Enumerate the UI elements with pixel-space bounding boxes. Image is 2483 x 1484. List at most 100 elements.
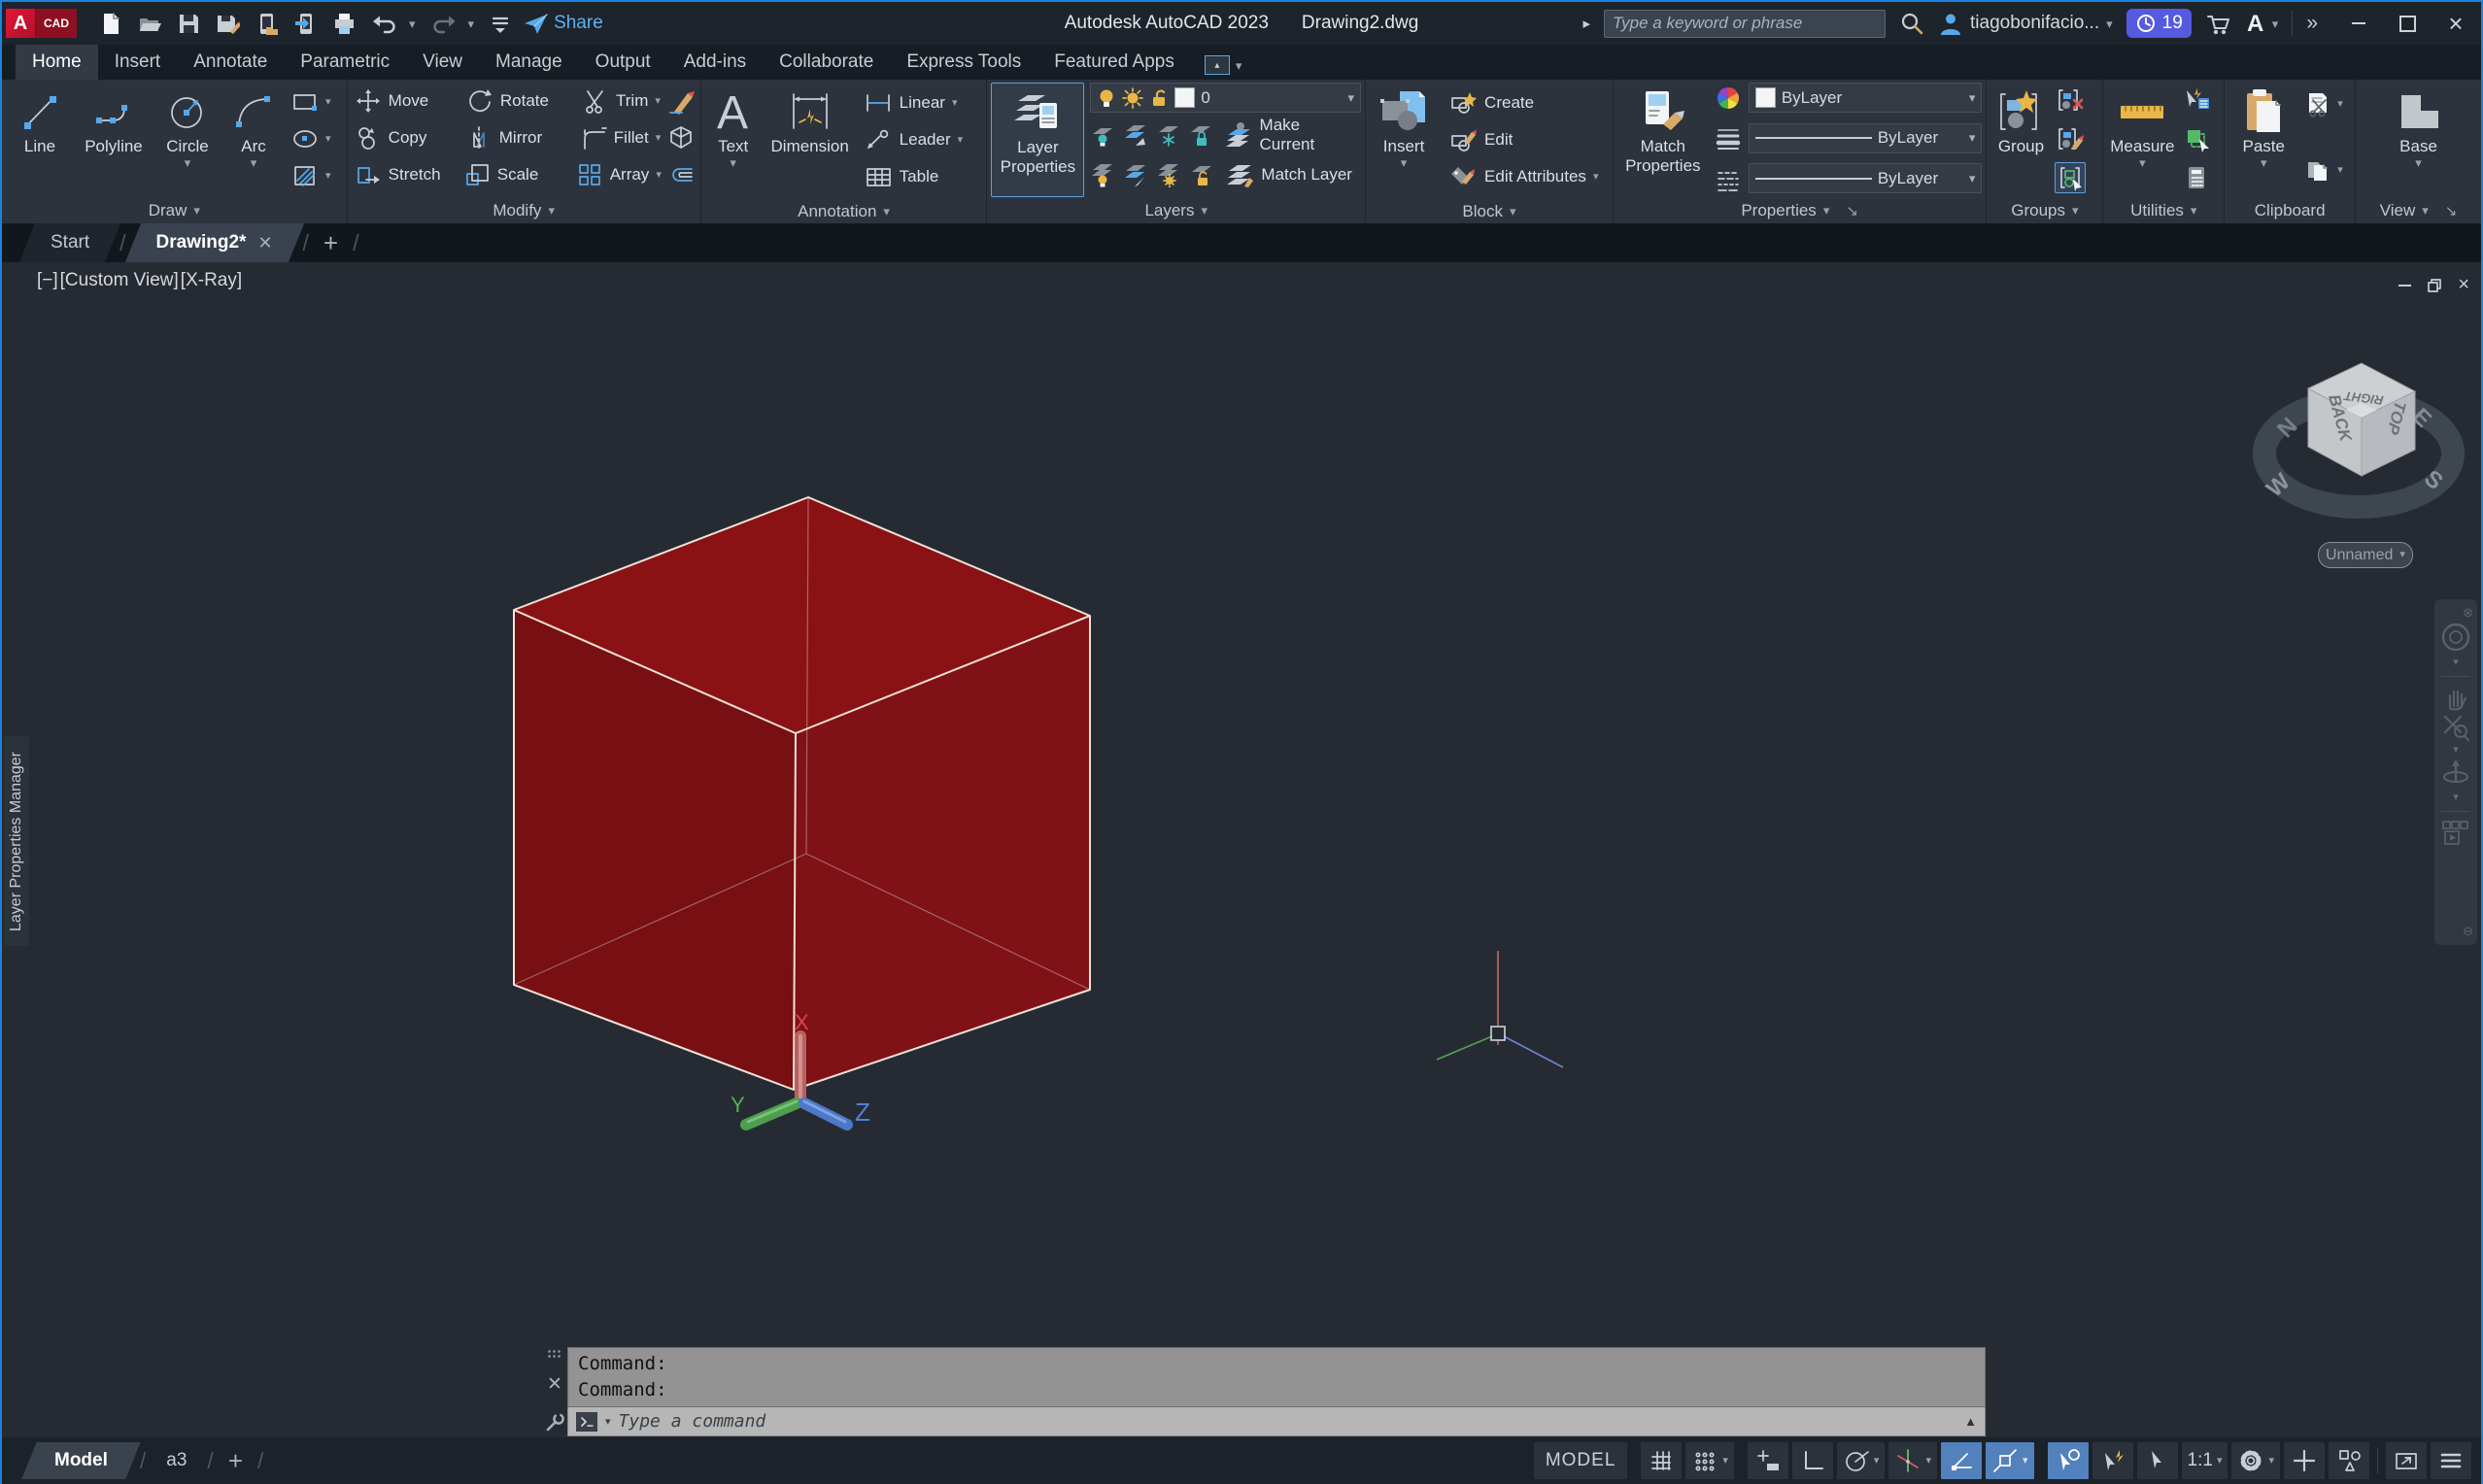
rotate-button[interactable]: Rotate: [463, 83, 577, 119]
command-prompt-dropdown-icon[interactable]: ▾: [605, 1415, 611, 1428]
minimize-button[interactable]: [2349, 14, 2368, 33]
layer-unisolate-icon[interactable]: [1123, 162, 1148, 187]
undo-icon[interactable]: [370, 11, 395, 36]
command-drag-grip[interactable]: [547, 1349, 562, 1358]
edit-block-button[interactable]: Edit: [1446, 121, 1601, 158]
panel-label-block[interactable]: Block▾: [1366, 199, 1613, 223]
notification-badge[interactable]: 19: [2126, 9, 2192, 38]
group-edit-button[interactable]: [2055, 123, 2086, 154]
layer-properties-manager-tab[interactable]: Layer Properties Manager: [4, 736, 29, 946]
dimension-button[interactable]: Dimension: [762, 83, 859, 199]
circle-button[interactable]: Circle ▾: [153, 83, 221, 197]
annotation-visibility-toggle[interactable]: [2048, 1442, 2089, 1479]
ribbon-tab-manage[interactable]: Manage: [479, 45, 579, 80]
panel-label-clipboard[interactable]: Clipboard: [2225, 197, 2355, 223]
layer-isolate-icon[interactable]: [1123, 122, 1148, 148]
scale-button[interactable]: Scale: [460, 156, 571, 193]
offset-button[interactable]: [666, 159, 697, 190]
showmotion-icon[interactable]: [2439, 818, 2472, 849]
ribbon-tab-view[interactable]: View: [406, 45, 479, 80]
viewport-close-icon[interactable]: ×: [2458, 274, 2469, 296]
workspace-switching-button[interactable]: ▾: [2231, 1442, 2280, 1479]
panel-label-view[interactable]: View▾↘: [2356, 197, 2481, 223]
mirror-button[interactable]: Mirror: [462, 119, 575, 156]
open-from-mobile-icon[interactable]: [254, 11, 279, 36]
navbar-collapse-icon[interactable]: ⊖: [2463, 924, 2473, 939]
isodraft-toggle[interactable]: ▾: [1888, 1442, 1937, 1479]
ribbon-tab-collaborate[interactable]: Collaborate: [763, 45, 890, 80]
polyline-button[interactable]: Polyline: [74, 83, 153, 197]
group-selection-toggle[interactable]: [2055, 162, 2086, 193]
orbit-icon[interactable]: [2440, 758, 2471, 789]
model-space-button[interactable]: MODEL: [1534, 1442, 1628, 1479]
layer-thaw-icon[interactable]: [1156, 162, 1181, 187]
viewcube[interactable]: W S N E BACK TOP RIGHT: [2262, 363, 2453, 507]
layout-tab-a3[interactable]: a3: [153, 1442, 200, 1479]
layer-unlock-row-icon[interactable]: [1189, 162, 1214, 187]
rectangle-button[interactable]: [289, 86, 321, 118]
match-properties-button[interactable]: Match Properties: [1617, 83, 1709, 197]
annotation-scale-button[interactable]: 1:1▾: [2182, 1442, 2228, 1479]
command-close-icon[interactable]: ✕: [547, 1373, 562, 1396]
command-history[interactable]: Command: Command:: [567, 1347, 1986, 1407]
ellipse-button[interactable]: [289, 123, 321, 154]
command-input-placeholder[interactable]: Type a command: [619, 1411, 1957, 1432]
red-box-solid[interactable]: [514, 497, 1090, 1090]
linear-dimension-button[interactable]: Linear▾: [861, 84, 966, 121]
explode-button[interactable]: [665, 122, 696, 153]
osnap-dropdown-icon[interactable]: ▾: [2023, 1456, 2028, 1467]
command-settings-wrench-icon[interactable]: [544, 1411, 565, 1433]
navigation-bar[interactable]: ⊗ ▾ ▾ ▾ ⊖: [2434, 599, 2477, 945]
copy-button[interactable]: Copy: [352, 119, 460, 156]
viewport-controls-label[interactable]: [−]: [37, 270, 58, 291]
autocad-logo[interactable]: A CAD: [6, 9, 77, 38]
layer-lock-icon[interactable]: [1188, 122, 1213, 148]
layer-combo-dropdown-icon[interactable]: ▾: [1348, 90, 1355, 106]
panel-label-layers[interactable]: Layers▾: [987, 197, 1365, 223]
undo-dropdown-icon[interactable]: ▾: [409, 17, 416, 30]
zoom-icon[interactable]: [2440, 712, 2471, 741]
ribbon-display-toggle[interactable]: ▴ ▾: [1205, 55, 1242, 75]
properties-dialog-launcher-icon[interactable]: ↘: [1846, 202, 1858, 219]
close-button[interactable]: ×: [2446, 14, 2466, 33]
layer-off-icon[interactable]: [1090, 122, 1115, 148]
ribbon-tab-home[interactable]: Home: [16, 45, 98, 80]
ribbon-tab-annotate[interactable]: Annotate: [177, 45, 284, 80]
line-button[interactable]: Line: [6, 83, 74, 197]
table-button[interactable]: Table: [861, 158, 966, 195]
pan-hand-icon[interactable]: [2440, 683, 2471, 712]
arc-button[interactable]: Arc ▾: [221, 83, 286, 197]
object-snap-tracking-toggle[interactable]: [1941, 1442, 1982, 1479]
layer-freeze-icon[interactable]: [1156, 122, 1181, 148]
command-history-expand-icon[interactable]: ▲: [1964, 1414, 1977, 1429]
snap-dropdown-icon[interactable]: ▾: [1722, 1456, 1728, 1467]
isodraft-dropdown-icon[interactable]: ▾: [1925, 1456, 1931, 1467]
grid-toggle[interactable]: [1641, 1442, 1682, 1479]
annotation-scale-sync-toggle[interactable]: [2137, 1442, 2178, 1479]
stretch-button[interactable]: Stretch: [352, 156, 459, 193]
save-to-mobile-icon[interactable]: [292, 11, 318, 36]
ribbon-tab-express-tools[interactable]: Express Tools: [890, 45, 1037, 80]
panel-label-modify[interactable]: Modify▾: [348, 197, 700, 223]
maximize-button[interactable]: [2398, 14, 2417, 33]
command-input-row[interactable]: ▾ Type a command ▲: [567, 1407, 1986, 1436]
clean-screen-button[interactable]: [2386, 1442, 2427, 1479]
isolate-objects-button[interactable]: [2329, 1442, 2369, 1479]
quick-calculator-button[interactable]: [2181, 162, 2212, 193]
status-menu-button[interactable]: [2431, 1442, 2471, 1479]
search-icon[interactable]: [1899, 11, 1924, 36]
panel-label-groups[interactable]: Groups▾: [1987, 197, 2102, 223]
viewport-visual-style[interactable]: [X-Ray]: [181, 270, 242, 291]
ribbon-tab-featured-apps[interactable]: Featured Apps: [1037, 45, 1191, 80]
ribbon-tab-addins[interactable]: Add-ins: [667, 45, 763, 80]
base-view-button[interactable]: Base ▾: [2382, 83, 2456, 197]
panel-label-draw[interactable]: Draw▾: [2, 197, 347, 223]
overflow-chevrons-icon[interactable]: »: [2306, 12, 2318, 35]
panel-label-annotation[interactable]: Annotation▾: [701, 199, 987, 223]
hatch-button[interactable]: [289, 160, 321, 191]
navigation-wheel-icon[interactable]: [2439, 621, 2472, 654]
ribbon-tab-parametric[interactable]: Parametric: [284, 45, 406, 80]
match-layer-button[interactable]: Match Layer: [1222, 156, 1355, 193]
file-tab-start[interactable]: Start: [27, 223, 113, 262]
leader-button[interactable]: Leader▾: [861, 121, 966, 158]
